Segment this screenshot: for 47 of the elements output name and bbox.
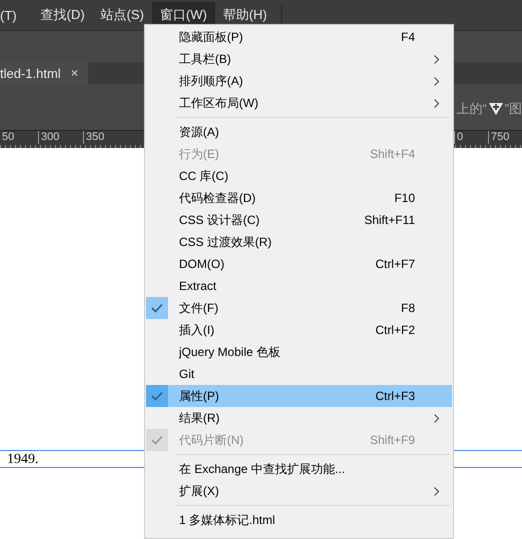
ruler-label: 50	[1, 131, 16, 144]
hint-text: ”图	[504, 100, 522, 118]
checkmark-icon	[151, 435, 163, 445]
tab-title: tled-1.html	[0, 66, 61, 80]
shortcut-text: F4	[400, 30, 415, 44]
menu-item[interactable]: 1 多媒体标记.html	[146, 509, 452, 531]
menu-item[interactable]: 工具栏(B)	[146, 48, 452, 70]
shortcut-text: Ctrl+F3	[375, 389, 415, 403]
menu-item[interactable]: 文件(F) F8	[146, 297, 452, 319]
menu-item[interactable]: 结果(R)	[146, 407, 452, 429]
menu-bar-item[interactable]: 站点(S)	[92, 2, 152, 28]
menu-item[interactable]: 在 Exchange 中查找扩展功能...	[146, 458, 452, 480]
plus-triangle-icon	[488, 102, 504, 116]
shortcut-text: Ctrl+F7	[375, 257, 415, 271]
shortcut-text: Shift+F9	[370, 433, 415, 447]
shortcut-text: F10	[394, 191, 415, 205]
menu-item[interactable]: 插入(I) Ctrl+F2	[146, 319, 452, 341]
menu-item[interactable]: CC 库(C)	[146, 165, 452, 187]
hint-text: 上的“	[456, 100, 487, 118]
shortcut-text: Shift+F11	[364, 213, 415, 227]
menu-item[interactable]: 扩展(X)	[146, 480, 452, 502]
shortcut-text: Ctrl+F2	[375, 323, 415, 337]
close-icon[interactable]: ×	[70, 66, 78, 80]
shortcut-text: Shift+F4	[370, 147, 415, 161]
menu-item[interactable]: CSS 设计器(C) Shift+F11	[146, 209, 452, 231]
checkmark-icon	[151, 391, 163, 401]
menu-item[interactable]: 工作区布局(W)	[146, 92, 452, 114]
menu-item[interactable]: 资源(A)	[146, 121, 452, 143]
checkmark-icon	[151, 303, 163, 313]
document-text: 1949.	[6, 452, 38, 467]
menu-item[interactable]: 属性(P) Ctrl+F3	[146, 385, 452, 407]
menu-item[interactable]: Extract	[146, 275, 452, 297]
menu-item[interactable]: CSS 过渡效果(R)	[146, 231, 452, 253]
shortcut-text: F8	[400, 301, 415, 315]
menu-bar-item[interactable]: 帮助(H)	[214, 2, 275, 28]
ruler-label: 350	[83, 131, 128, 144]
document-tab[interactable]: tled-1.html ×	[0, 62, 88, 84]
menu-bar-item[interactable]: 查找(D)	[32, 2, 93, 28]
menu-item[interactable]: 排列顺序(A)	[146, 70, 452, 92]
menu-item[interactable]: 代码检查器(D) F10	[146, 187, 452, 209]
menu-item[interactable]: DOM(O) Ctrl+F7	[146, 253, 452, 275]
ruler-label: 750	[488, 131, 522, 144]
ruler-label: 300	[38, 131, 83, 144]
menu-bar-item[interactable]: (T)	[0, 4, 25, 26]
menu-item[interactable]: 隐藏面板(P) F4	[146, 26, 452, 48]
menu-item[interactable]: Git	[146, 363, 452, 385]
menu-item[interactable]: jQuery Mobile 色板	[146, 341, 452, 363]
